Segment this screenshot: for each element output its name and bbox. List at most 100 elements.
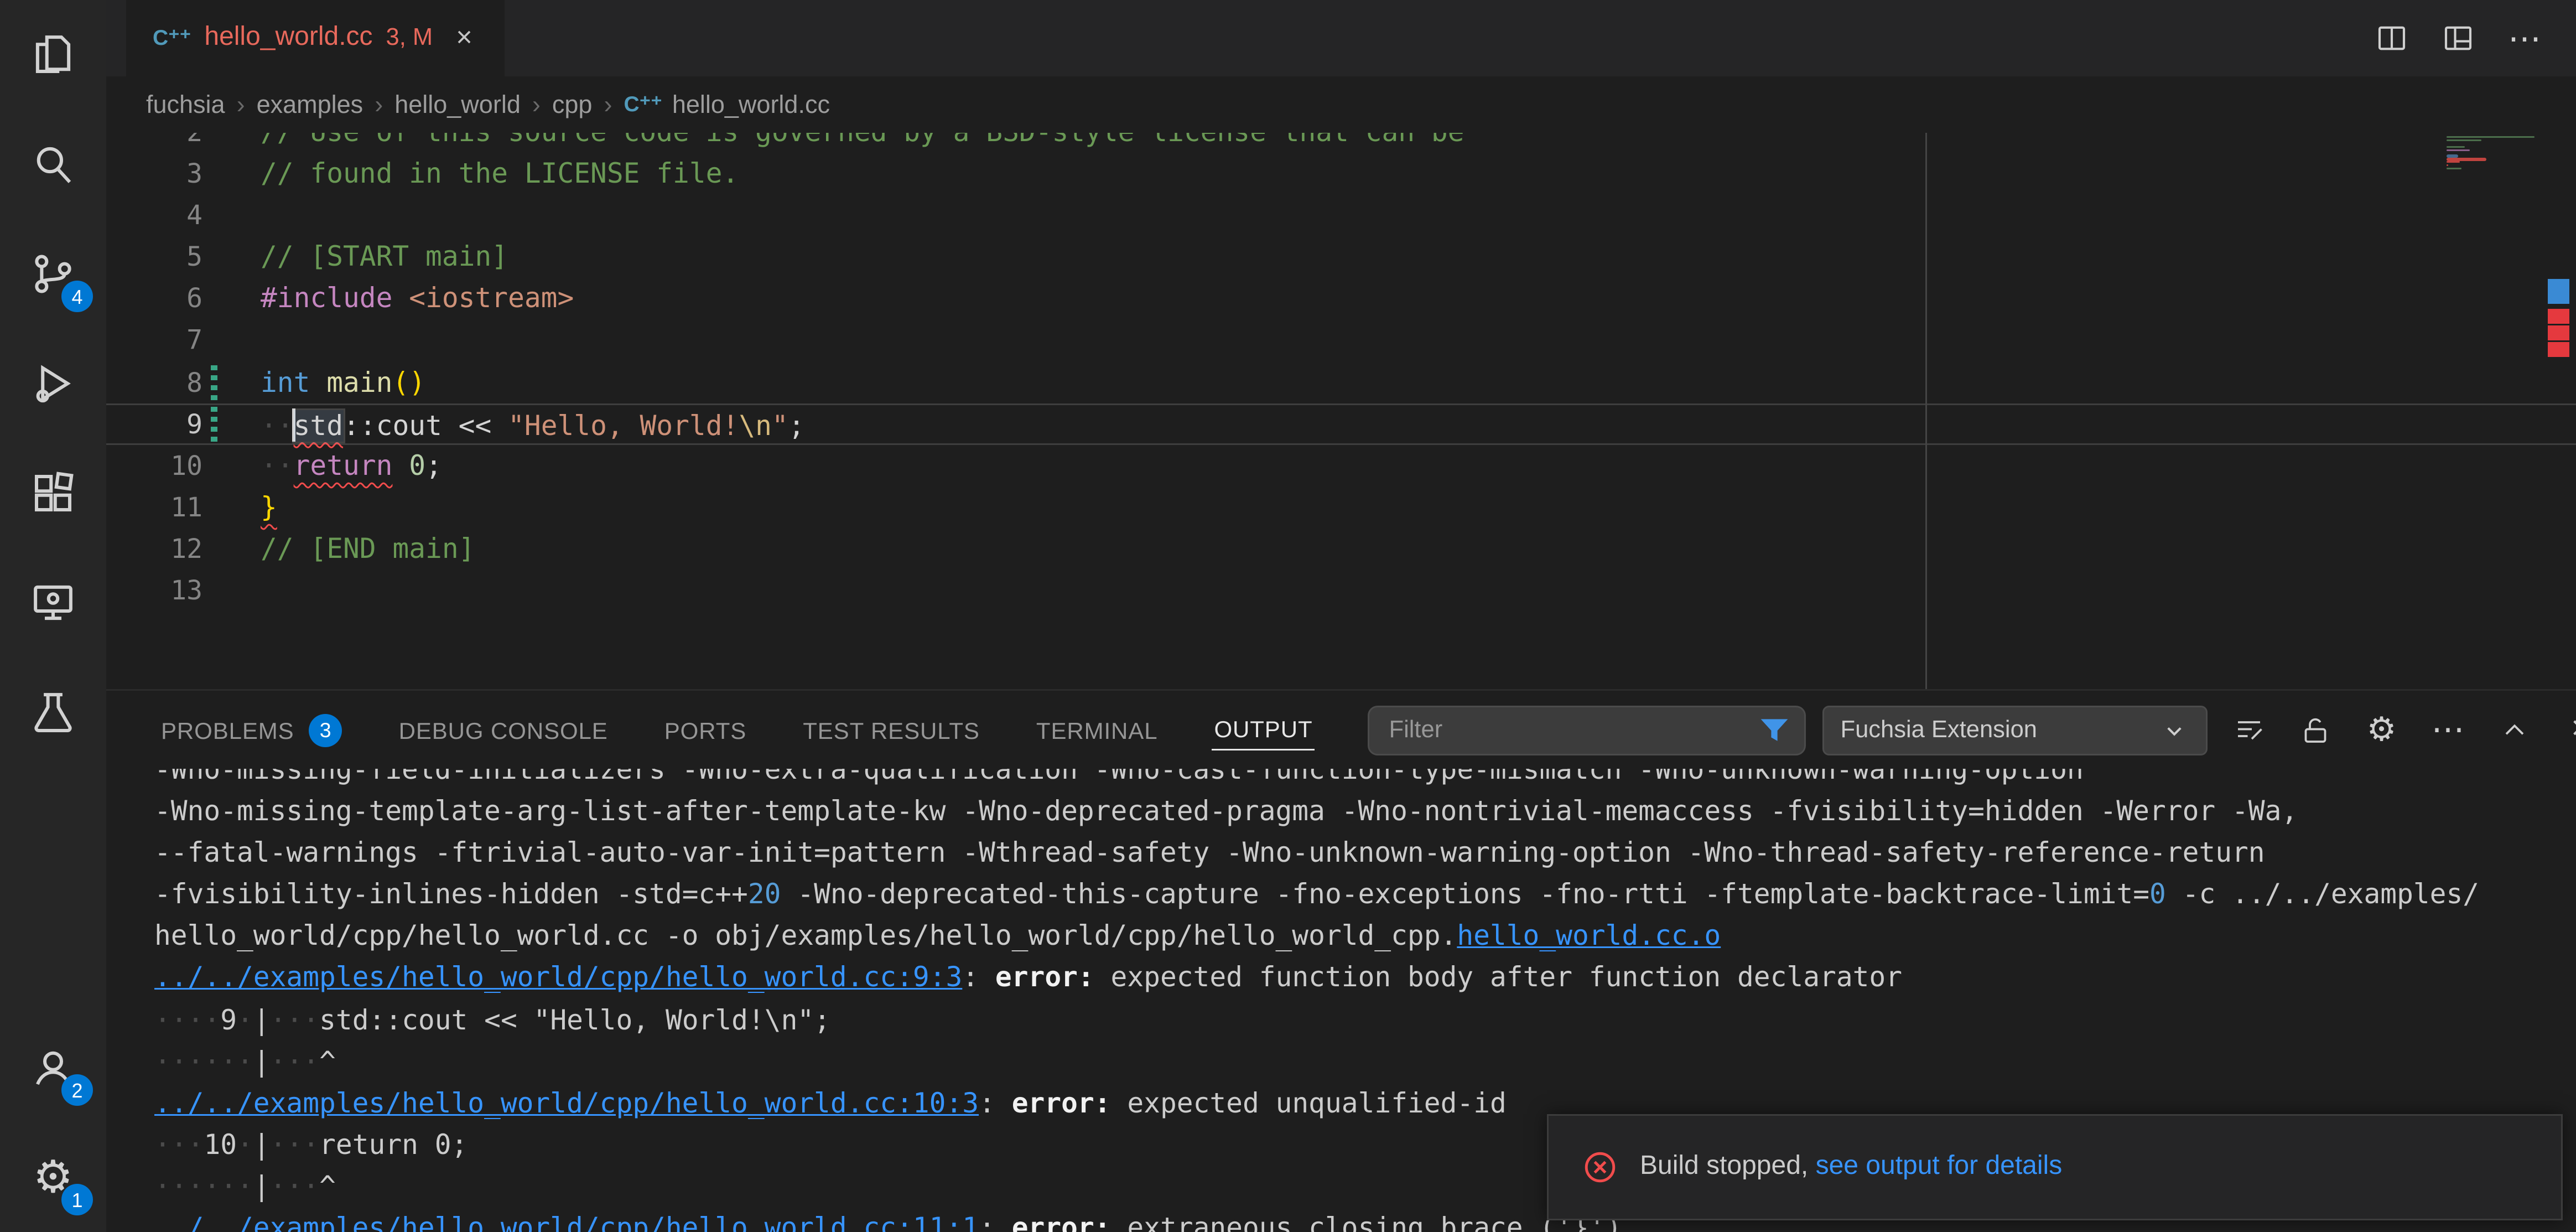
panel-controls: Fuchsia Extension (1368, 705, 2576, 755)
panel-tabs: PROBLEMS3 DEBUG CONSOLE PORTS TEST RESULTS T… (159, 707, 1368, 753)
layout-icon (2440, 20, 2476, 56)
notification-link[interactable]: see output for details (1816, 1152, 2063, 1181)
breadcrumb-separator-icon: › (375, 91, 383, 119)
chevron-up-icon (2498, 713, 2531, 747)
accounts-badge: 2 (61, 1074, 93, 1106)
output-filter (1368, 705, 1806, 755)
code-line[interactable]: ··std::cout << "Hello, World!\n"; (106, 403, 2576, 444)
editor-actions: ⋯ (2367, 0, 2576, 76)
minimap-line (2447, 164, 2448, 167)
run-debug-icon (28, 359, 78, 408)
code-line[interactable]: ··return 0; (106, 444, 2576, 486)
panel-more-actions-button[interactable]: ⋯ (2423, 705, 2473, 755)
sidebar-item-search[interactable] (0, 110, 106, 219)
code-editor[interactable]: 2345678910111213 // Use of this source c… (106, 133, 2576, 689)
clear-output-button[interactable] (2224, 705, 2274, 755)
code-line[interactable] (106, 319, 2576, 361)
customize-layout-button[interactable] (2433, 13, 2483, 63)
output-line: ······|···^ (106, 1041, 2576, 1082)
settings-badge: 1 (61, 1184, 93, 1215)
breadcrumb-separator-icon: › (604, 91, 612, 119)
column-ruler (1925, 133, 1927, 689)
close-panel-button[interactable]: × (2556, 705, 2576, 755)
split-editor-button[interactable] (2367, 13, 2417, 63)
output-file-link[interactable]: ../../examples/hello_world/cpp/hello_wor… (154, 1087, 979, 1119)
activity-bar: 4 (0, 0, 106, 1232)
panel-header: PROBLEMS3 DEBUG CONSOLE PORTS TEST RESULTS T… (106, 691, 2576, 769)
minimap-line (2447, 155, 2459, 157)
code-line[interactable]: // Use of this source code is governed b… (106, 133, 2576, 153)
settings-button[interactable]: ⚙ 1 (0, 1122, 106, 1232)
minimap-line (2447, 139, 2481, 141)
output-file-link[interactable]: ../../examples/hello_world/cpp/hello_wor… (154, 1212, 979, 1232)
output-line: hello_world/cpp/hello_world.cc -o obj/ex… (106, 915, 2576, 957)
chevron-down-icon (2159, 715, 2189, 745)
minimap[interactable] (2443, 133, 2539, 689)
output-line: ····9·|···std::cout << "Hello, World!\n"… (106, 999, 2576, 1041)
minimap-line (2447, 136, 2534, 138)
notification-message: Build stopped, see output for details (1640, 1152, 2062, 1182)
tab-problem-modified-suffix: 3, M (386, 25, 433, 51)
output-line: --fatal-warnings -ftrivial-auto-var-init… (106, 832, 2576, 874)
problems-badge: 3 (309, 713, 342, 747)
panel-tab-test-results[interactable]: TEST RESULTS (801, 710, 981, 750)
panel-tab-problems[interactable]: PROBLEMS3 (159, 707, 344, 753)
output-line: -fvisibility-inlines-hidden -std=c++20 -… (106, 874, 2576, 915)
tab-hello-world-cc[interactable]: C⁺⁺ hello_world.cc 3, M × (126, 0, 505, 76)
sidebar-item-testing[interactable] (0, 658, 106, 767)
breadcrumb-item[interactable]: examples (257, 91, 363, 119)
breadcrumb-item[interactable]: hello_world.cc (672, 91, 830, 119)
files-icon (28, 30, 78, 80)
breadcrumb-separator-icon: › (237, 91, 245, 119)
minimap-line (2447, 149, 2469, 151)
editor-lines: // Use of this source code is governed b… (106, 133, 2576, 611)
sidebar-item-explorer[interactable] (0, 0, 106, 110)
panel-tab-terminal[interactable]: TERMINAL (1035, 710, 1160, 750)
close-icon: × (2571, 711, 2576, 749)
code-line[interactable] (106, 195, 2576, 236)
output-file-link[interactable]: hello_world.cc.o (1457, 920, 1721, 952)
code-line[interactable]: int main() (106, 361, 2576, 403)
output-channel-select[interactable]: Fuchsia Extension (1822, 705, 2208, 755)
panel-tab-debug-console[interactable]: DEBUG CONSOLE (397, 710, 610, 750)
breadcrumb-separator-icon: › (532, 91, 541, 119)
sidebar-item-run-debug[interactable] (0, 329, 106, 438)
code-line[interactable]: #include <iostream> (106, 278, 2576, 319)
maximize-panel-button[interactable] (2490, 705, 2539, 755)
output-file-link[interactable]: ../../examples/hello_world/cpp/hello_wor… (154, 962, 962, 993)
sidebar-item-extensions[interactable] (0, 438, 106, 548)
output-settings-button[interactable]: ⚙ (2357, 705, 2407, 755)
notification-toast: Build stopped, see output for details (1547, 1114, 2563, 1220)
code-line[interactable] (106, 570, 2576, 611)
more-actions-button[interactable]: ⋯ (2500, 13, 2549, 63)
notification-text: Build stopped, (1640, 1152, 1816, 1181)
code-line[interactable]: // found in the LICENSE file. (106, 153, 2576, 194)
ellipsis-icon: ⋯ (2508, 18, 2541, 59)
output-line: ../../examples/hello_world/cpp/hello_wor… (106, 957, 2576, 998)
source-control-badge: 4 (61, 281, 93, 312)
filter-input[interactable] (1386, 715, 1758, 745)
lock-output-button[interactable] (2291, 705, 2340, 755)
panel-tab-output[interactable]: OUTPUT (1212, 709, 1314, 750)
filter-icon[interactable] (1758, 713, 1791, 747)
remote-explorer-icon (28, 578, 78, 628)
code-line[interactable]: } (106, 486, 2576, 528)
clear-output-icon (2232, 713, 2266, 747)
accounts-button[interactable]: 2 (0, 1013, 106, 1122)
minimap-line (2447, 158, 2486, 161)
breadcrumb: fuchsia › examples › hello_world › cpp › C⁺⁺ hell… (106, 76, 2576, 133)
breadcrumb-item[interactable]: hello_world (394, 91, 521, 119)
code-line[interactable]: // [START main] (106, 236, 2576, 278)
vscode-window: 4 (0, 0, 2576, 1232)
sidebar-item-source-control[interactable]: 4 (0, 219, 106, 329)
sidebar-item-remote-explorer[interactable] (0, 548, 106, 658)
extensions-icon (28, 468, 78, 518)
cpp-file-icon: C⁺⁺ (624, 91, 662, 118)
gear-icon: ⚙ (2367, 709, 2397, 750)
panel-tab-ports[interactable]: PORTS (663, 710, 748, 750)
tab-close-icon[interactable]: × (456, 22, 472, 55)
output-channel-value: Fuchsia Extension (1841, 717, 2159, 743)
breadcrumb-item[interactable]: fuchsia (146, 91, 225, 119)
breadcrumb-item[interactable]: cpp (552, 91, 593, 119)
code-line[interactable]: // [END main] (106, 528, 2576, 570)
